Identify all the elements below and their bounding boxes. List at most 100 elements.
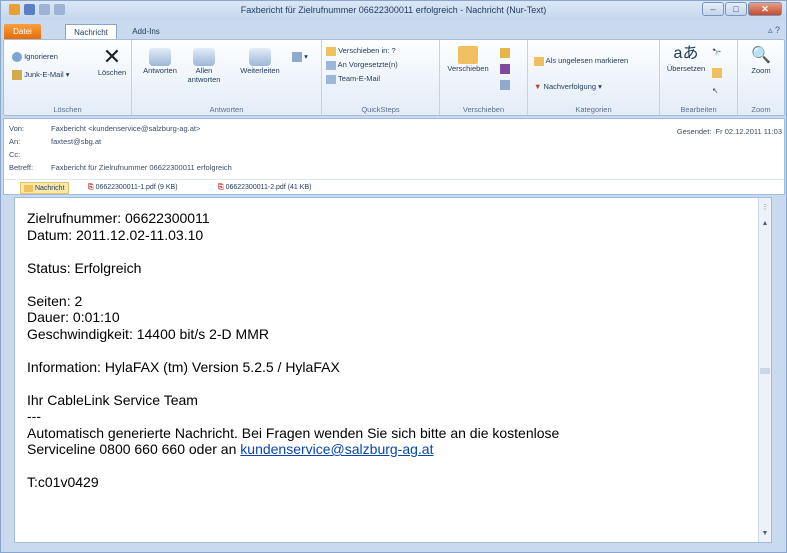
sent-info: Gesendet: Fr 02.12.2011 11:03 — [676, 127, 782, 136]
from-value[interactable]: Faxbericht <kundenservice@salzburg-ag.at… — [51, 124, 200, 133]
ignore-button[interactable]: Ignorieren — [12, 52, 58, 63]
related-button[interactable] — [712, 68, 722, 79]
message-body[interactable]: Zielrufnummer: 06622300011 Datum: 2011.1… — [14, 197, 772, 543]
delete-button[interactable]: ✕ Löschen — [94, 46, 130, 78]
window-controls: – □ ✕ — [702, 2, 782, 16]
sent-value: Fr 02.12.2011 11:03 — [715, 127, 782, 136]
group-label-quicksteps: QuickSteps — [361, 105, 400, 114]
rules-button[interactable] — [500, 48, 510, 59]
group-quicksteps: Verschieben in: ? An Vorgesetzte(n) Team… — [322, 40, 440, 115]
message-text: Zielrufnummer: 06622300011 Datum: 2011.1… — [27, 210, 559, 491]
quickstep-to-manager[interactable]: An Vorgesetzte(n) — [326, 60, 398, 70]
body-blank — [27, 375, 559, 392]
group-respond: Antworten Allen antworten Weiterleiten ▾… — [132, 40, 322, 115]
group-editing: aあ Übersetzen 🔭 ↖ Bearbeiten — [660, 40, 738, 115]
group-tags: Als ungelesen markieren ▼ Nachverfolgung… — [528, 40, 660, 115]
onenote-button[interactable] — [500, 64, 510, 75]
reply-all-button[interactable]: Allen antworten — [184, 48, 224, 84]
quickstep-move-to[interactable]: Verschieben in: ? — [326, 46, 396, 56]
group-label-move: Verschieben — [462, 105, 505, 114]
from-row: Von: Faxbericht <kundenservice@salzburg-a… — [9, 124, 201, 133]
reply-button[interactable]: Antworten — [140, 48, 180, 75]
to-row: An: faxtest@sbg.at — [9, 137, 102, 146]
message-tab[interactable]: Nachricht — [20, 182, 69, 194]
body-line: Zielrufnummer: 06622300011 — [27, 210, 210, 226]
reply-icon — [149, 48, 171, 66]
zoom-button[interactable]: 🔍 Zoom — [742, 46, 780, 75]
quickstep-team-email[interactable]: Team-E-Mail — [326, 74, 380, 84]
to-value[interactable]: faxtest@sbg.at — [51, 137, 101, 146]
body-line: --- — [27, 408, 41, 424]
email-link[interactable]: kundenservice@salzburg-ag.at — [240, 441, 433, 457]
zoom-icon: 🔍 — [751, 47, 771, 64]
to-manager-icon — [326, 60, 336, 70]
binoculars-icon: 🔭 — [712, 48, 722, 57]
move-button[interactable]: Verschieben — [444, 46, 492, 73]
cursor-icon: ↖ — [712, 86, 719, 95]
group-label-respond: Antworten — [209, 105, 244, 114]
rules-icon — [500, 48, 510, 59]
more-respond-button[interactable]: ▾ — [292, 52, 308, 63]
move-to-icon — [326, 46, 336, 56]
body-line: Geschwindigkeit: 14400 bit/s 2-D MMR — [27, 325, 269, 342]
scroll-thumb[interactable] — [760, 368, 770, 374]
group-label-editing: Bearbeiten — [680, 105, 717, 114]
attachment-1[interactable]: ⎘ 06622300011-1.pdf (9 KB) — [88, 182, 178, 194]
body-line: Automatisch generierte Nachricht. Bei Fr… — [27, 424, 560, 441]
window-title: Faxbericht für Zielrufnummer 06622300011… — [240, 5, 547, 15]
vertical-scrollbar[interactable]: ⋮ ▲ ▼ — [758, 198, 771, 542]
title-bar: Faxbericht für Zielrufnummer 06622300011… — [1, 1, 786, 20]
tab-addins[interactable]: Add-Ins — [127, 24, 165, 39]
mark-unread-button[interactable]: Als ungelesen markieren — [534, 56, 628, 66]
tab-message[interactable]: Nachricht — [65, 24, 117, 39]
team-email-icon — [326, 74, 336, 84]
forward-button[interactable]: Weiterleiten — [232, 48, 288, 75]
body-blank — [27, 276, 559, 293]
find-button[interactable]: 🔭 — [712, 48, 721, 57]
body-line: Seiten: 2 — [27, 292, 83, 309]
junk-icon — [12, 70, 22, 81]
ignore-icon — [12, 52, 22, 63]
onenote-icon — [500, 64, 510, 75]
body-line: T:c01v0429 — [27, 474, 99, 490]
attachment-bar: Nachricht ⎘ 06622300011-1.pdf (9 KB) ⎘ 0… — [4, 179, 784, 195]
group-label-tags: Kategorien — [575, 105, 612, 114]
ribbon-tabs: Datei Nachricht Add-Ins ▵ ? — [1, 21, 786, 39]
pdf-icon: ⎘ — [88, 184, 94, 191]
actions-button[interactable] — [500, 80, 510, 91]
tab-file[interactable]: Datei — [4, 24, 41, 39]
outlook-message-window: Faxbericht für Zielrufnummer 06622300011… — [0, 0, 787, 553]
translate-icon: aあ — [673, 45, 699, 62]
scroll-split-icon[interactable]: ⋮ — [759, 202, 771, 214]
help-icon[interactable]: ▵ ? — [768, 25, 780, 36]
maximize-button[interactable]: □ — [725, 2, 747, 16]
reply-all-icon — [193, 48, 215, 66]
select-button[interactable]: ↖ — [712, 86, 718, 95]
subject-row: Betreff: Faxbericht für Zielrufnummer 066… — [9, 163, 232, 172]
pdf-icon: ⎘ — [218, 184, 224, 191]
translate-button[interactable]: aあ Übersetzen — [664, 44, 708, 73]
group-move: Verschieben Verschieben — [440, 40, 528, 115]
scroll-up-button[interactable]: ▲ — [759, 218, 771, 230]
body-blank — [27, 458, 559, 475]
ribbon: Ignorieren Junk-E-Mail ▾ ✕ Löschen Lösch… — [3, 39, 785, 116]
flag-icon: ▼ — [534, 82, 542, 91]
group-delete: Ignorieren Junk-E-Mail ▾ ✕ Löschen Lösch… — [4, 40, 132, 115]
followup-button[interactable]: ▼ Nachverfolgung ▾ — [534, 82, 602, 91]
message-header: Von: Faxbericht <kundenservice@salzburg-a… — [3, 118, 785, 195]
close-button[interactable]: ✕ — [748, 2, 782, 16]
scroll-down-button[interactable]: ▼ — [759, 528, 771, 540]
body-line: Ihr CableLink Service Team — [27, 391, 198, 408]
forward-icon — [249, 48, 271, 66]
body-blank — [27, 342, 559, 359]
envelope-icon — [24, 184, 33, 192]
related-icon — [712, 68, 722, 79]
group-label-zoom: Zoom — [751, 105, 771, 114]
more-icon — [292, 52, 302, 63]
group-label-delete: Löschen — [53, 105, 82, 114]
minimize-button[interactable]: – — [702, 2, 724, 16]
body-line: Status: Erfolgreich — [27, 259, 142, 276]
attachment-2[interactable]: ⎘ 06622300011-2.pdf (41 KB) — [218, 182, 311, 194]
junk-email-button[interactable]: Junk-E-Mail ▾ — [12, 70, 70, 81]
actions-icon — [500, 80, 510, 91]
